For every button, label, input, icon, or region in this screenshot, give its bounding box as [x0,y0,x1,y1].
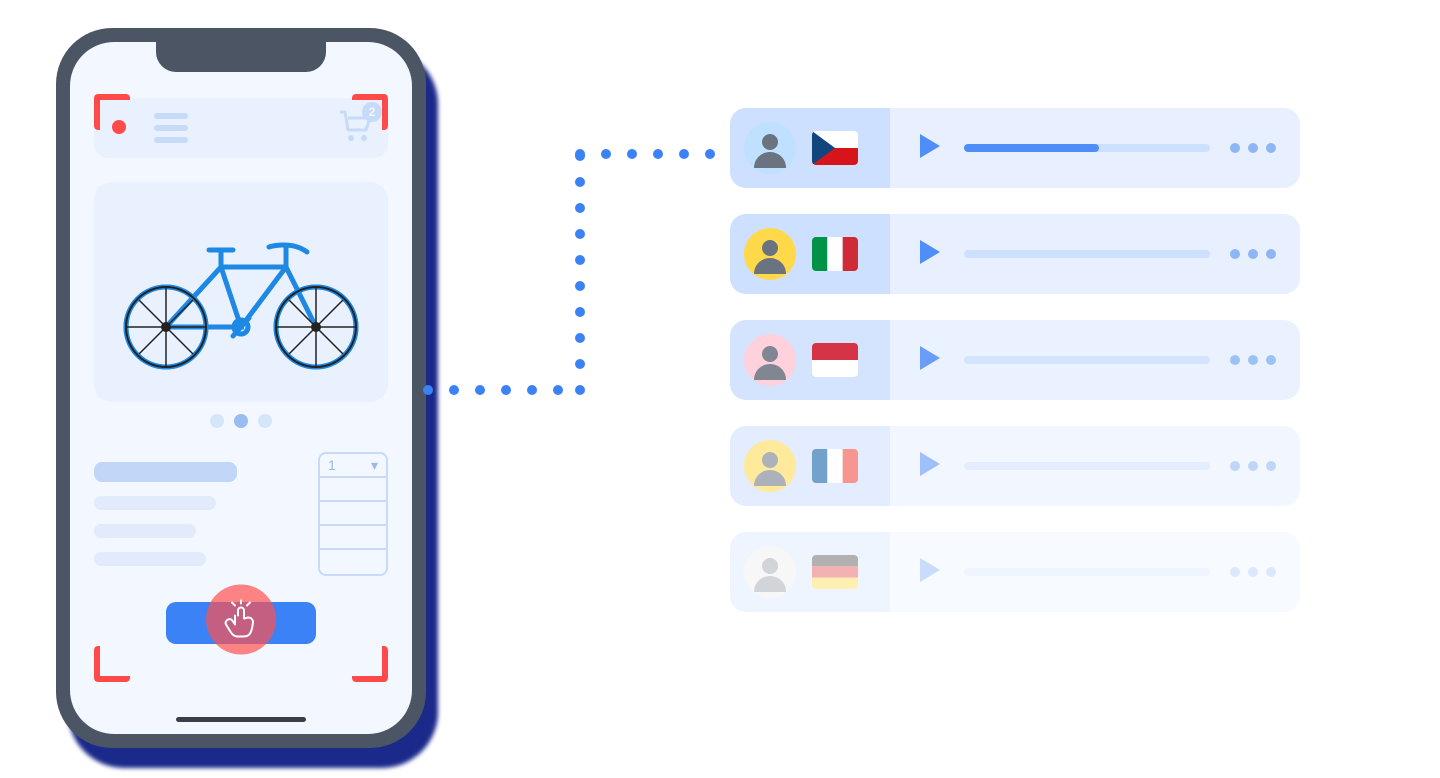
home-indicator [176,717,306,722]
quantity-value: 1 [328,457,336,473]
tester-row [730,532,1300,612]
flag-icon [812,131,858,165]
phone-notch [156,42,326,72]
record-frame-corner [352,646,388,682]
record-frame-corner [352,94,388,130]
audio-progress-track[interactable] [964,356,1210,364]
more-options-icon[interactable] [1230,567,1276,577]
record-frame-corner [94,646,130,682]
flag-icon [812,555,858,589]
play-button[interactable] [914,343,944,378]
carousel-dots[interactable] [70,414,412,428]
avatar [744,440,796,492]
audio-progress-track[interactable] [964,462,1210,470]
phone-device: 2 [56,28,426,748]
audio-progress-track[interactable] [964,250,1210,258]
app-topbar: 2 [94,98,388,158]
avatar [744,334,796,386]
audio-progress-track[interactable] [964,144,1210,152]
flag-icon [812,237,858,271]
tap-gesture-icon [206,585,276,655]
tester-row [730,108,1300,188]
more-options-icon[interactable] [1230,143,1276,153]
avatar [744,228,796,280]
more-options-icon[interactable] [1230,249,1276,259]
product-image-card[interactable] [94,182,388,402]
play-button[interactable] [914,449,944,484]
tester-row [730,320,1300,400]
chevron-down-icon: ▾ [371,457,378,474]
tester-row [730,426,1300,506]
play-button[interactable] [914,555,944,590]
product-text-placeholder [94,452,298,576]
flag-icon [812,449,858,483]
bicycle-icon [111,212,371,372]
tester-row [730,214,1300,294]
play-button[interactable] [914,237,944,272]
more-options-icon[interactable] [1230,355,1276,365]
flag-icon [812,343,858,377]
tester-recordings-list [730,108,1300,612]
more-options-icon[interactable] [1230,461,1276,471]
primary-cta-button[interactable] [166,602,316,644]
phone-screen: 2 [70,42,412,734]
recording-indicator-icon [112,120,126,134]
audio-progress-track[interactable] [964,568,1210,576]
menu-icon[interactable] [154,113,188,143]
avatar [744,546,796,598]
quantity-stepper[interactable]: 1▾ [318,452,388,576]
avatar [744,122,796,174]
product-details: 1▾ [94,452,388,576]
play-button[interactable] [914,131,944,166]
audio-progress-fill [964,144,1099,152]
